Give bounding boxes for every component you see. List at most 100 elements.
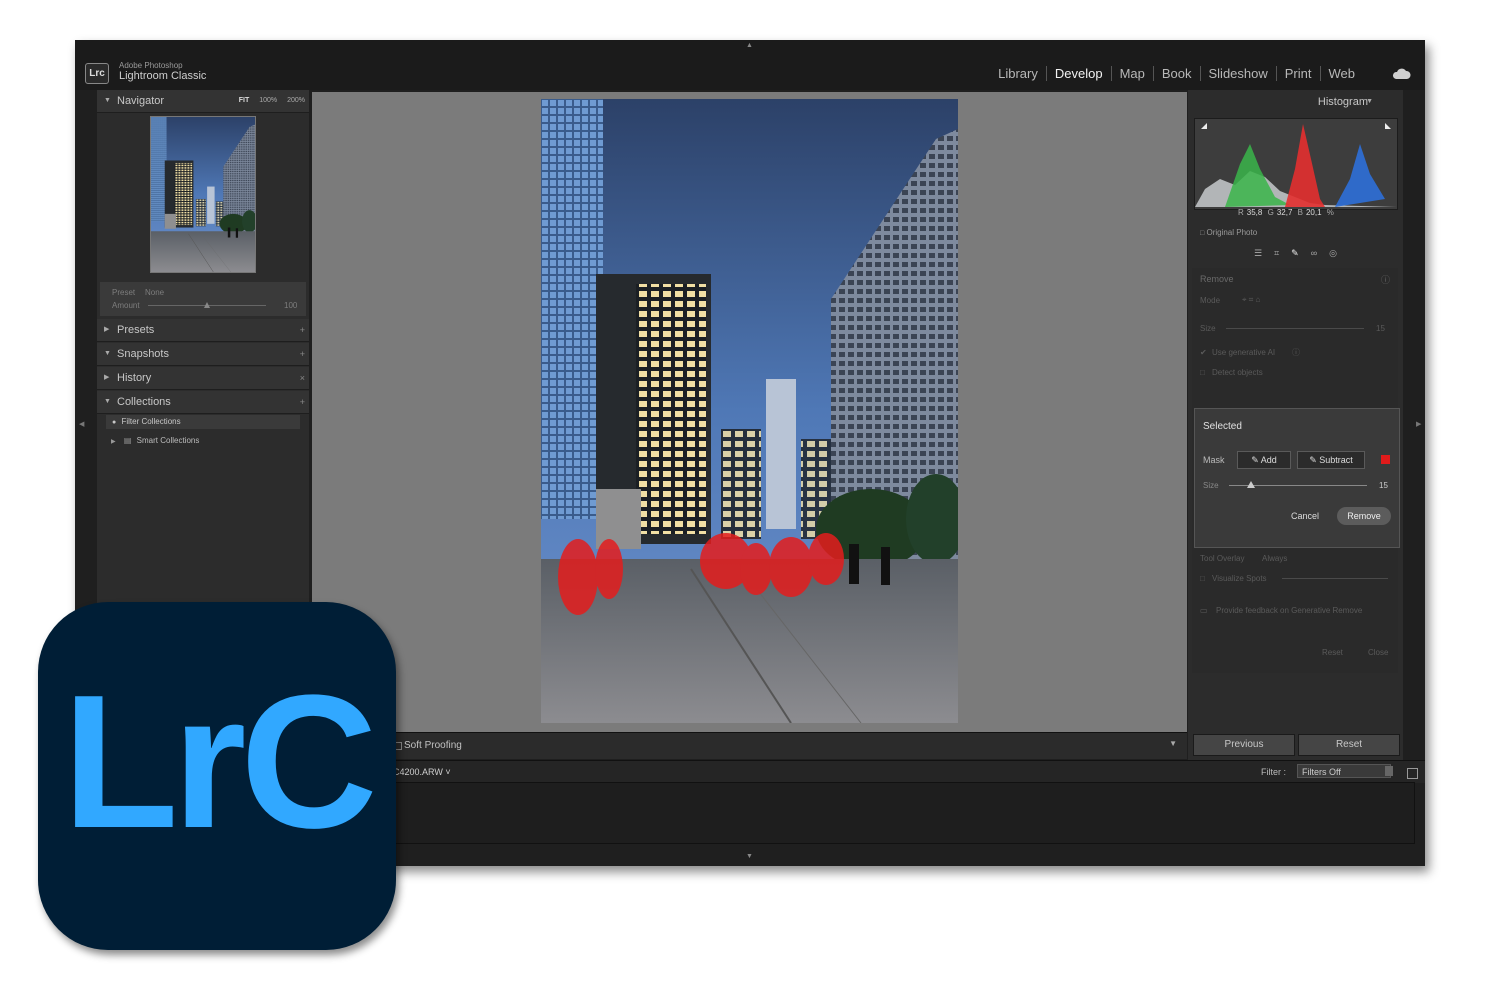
mask-subtract-button[interactable]: ✎ Subtract [1297, 451, 1365, 469]
feedback-icon[interactable]: ▭ [1200, 606, 1208, 615]
snapshots-header[interactable]: ▼ Snapshots + [97, 343, 309, 366]
masking-icon[interactable]: ◎ [1329, 248, 1337, 264]
mask-label: Mask [1203, 455, 1225, 465]
red-eye-icon[interactable]: ∞ [1311, 248, 1317, 264]
module-library[interactable]: Library [990, 66, 1046, 81]
navigator-thumbnail[interactable] [150, 116, 256, 273]
checkbox-icon[interactable]: □ [1200, 368, 1205, 377]
checkbox-icon[interactable]: □ [1200, 574, 1205, 583]
module-slideshow[interactable]: Slideshow [1199, 66, 1276, 81]
info-icon[interactable]: ⓘ [1381, 273, 1390, 286]
expand-icon: ▶ [111, 439, 116, 445]
filter-label: Filter : [1261, 767, 1287, 777]
preset-value[interactable]: None [145, 288, 164, 297]
plus-icon[interactable]: + [300, 343, 305, 365]
filter-collections-label: Filter Collections [121, 417, 181, 426]
right-panel: Histogram ▼ R 35,8 G 32,7 B 20,1 % □ Origin… [1188, 90, 1403, 760]
edit-sliders-icon[interactable]: ☰ [1254, 248, 1262, 264]
presets-header[interactable]: ▶ Presets + [97, 319, 309, 342]
brush-icon: ✎ [1251, 455, 1259, 465]
detect-objects-label: Detect objects [1212, 368, 1263, 377]
filter-collections-field[interactable]: ● Filter Collections [106, 415, 300, 429]
navigator-header[interactable]: ▼ Navigator FIT 100% 200% [97, 90, 309, 113]
module-develop[interactable]: Develop [1045, 66, 1111, 81]
zoom-fit[interactable]: FIT [239, 97, 250, 104]
mask-color-swatch[interactable] [1381, 455, 1390, 464]
toolbar-menu-icon[interactable]: ▼ [1169, 739, 1177, 748]
g-label: G [1267, 208, 1274, 217]
module-web[interactable]: Web [1319, 66, 1364, 81]
mode-tools-icon[interactable]: ⌖ ⌗ ⌂ [1242, 295, 1260, 305]
filename[interactable]: C4200.ARW ˅ [393, 767, 451, 777]
zoom-100[interactable]: 100% [259, 97, 277, 104]
toolbar: Soft Proofing ▼ [312, 732, 1187, 759]
size-slider[interactable] [1226, 328, 1364, 329]
left-panel-toggle-icon[interactable]: ◀ [79, 420, 84, 428]
module-print[interactable]: Print [1275, 66, 1320, 81]
bottom-panel-toggle-icon[interactable]: ▼ [746, 853, 753, 860]
original-photo-label: Original Photo [1206, 228, 1258, 237]
collapse-icon: ▼ [104, 97, 111, 104]
shadow-clip-icon [1201, 123, 1207, 129]
smart-collections-item[interactable]: ▶ ▤ Smart Collections [111, 436, 199, 445]
amount-slider-thumb[interactable] [204, 302, 210, 308]
select-arrows-icon[interactable] [1385, 766, 1393, 776]
plus-icon[interactable]: + [300, 319, 305, 341]
remove-button[interactable]: Remove [1337, 507, 1391, 525]
snapshots-title: Snapshots [117, 348, 169, 360]
zoom-200[interactable]: 200% [287, 97, 305, 104]
reset-all-button[interactable]: Reset [1298, 734, 1400, 756]
mask-add-button[interactable]: ✎ Add [1237, 451, 1291, 469]
brush-icon: ✎ [1309, 455, 1317, 465]
crop-icon[interactable]: ⌗ [1274, 248, 1279, 264]
module-book[interactable]: Book [1152, 66, 1200, 81]
previous-button[interactable]: Previous [1193, 734, 1295, 756]
plus-icon[interactable]: + [300, 391, 305, 413]
size-label: Size [1200, 324, 1216, 333]
expand-icon: ▶ [104, 326, 110, 333]
history-header[interactable]: ▶ History × [97, 367, 309, 390]
reset-button[interactable]: Reset [1322, 648, 1343, 657]
right-panel-toggle-icon[interactable]: ▶ [1416, 420, 1421, 428]
search-icon: ● [112, 419, 117, 426]
filter-lock-icon[interactable] [1407, 768, 1418, 779]
amount-label: Amount [112, 301, 140, 310]
previous-reset-bar: Previous Reset [1188, 730, 1403, 760]
cloud-icon[interactable] [1391, 66, 1411, 80]
tool-overlay-value[interactable]: Always [1262, 554, 1287, 563]
highlight-clip-icon [1385, 123, 1391, 129]
module-map[interactable]: Map [1110, 66, 1153, 81]
top-panel-toggle-icon[interactable]: ▲ [746, 42, 753, 49]
logo-text: LrC [62, 656, 377, 868]
lrc-badge-icon: Lrc [85, 63, 109, 84]
visualize-slider[interactable] [1282, 578, 1388, 579]
brush-size-thumb[interactable] [1247, 481, 1255, 488]
checkmark-icon[interactable]: ✔ [1200, 348, 1207, 357]
amount-value: 100 [284, 301, 298, 310]
filter-select[interactable]: Filters Off [1297, 764, 1391, 778]
top-bar: ▲ Lrc Adobe Photoshop Lightroom Classic … [75, 40, 1425, 90]
info-icon[interactable]: ⓘ [1292, 347, 1300, 358]
collapse-icon[interactable]: ▼ [1366, 98, 1373, 105]
tool-overlay-label: Tool Overlay [1200, 554, 1245, 563]
cancel-button[interactable]: Cancel [1291, 511, 1319, 521]
collections-title: Collections [117, 396, 171, 408]
original-photo-toggle[interactable]: □ Original Photo [1200, 228, 1257, 237]
smart-collections-label: Smart Collections [136, 436, 200, 445]
presets-title: Presets [117, 324, 155, 336]
histogram-graph[interactable] [1194, 118, 1398, 210]
photo-image[interactable] [541, 99, 958, 723]
clear-icon[interactable]: × [300, 367, 305, 389]
brush-size-value: 15 [1379, 481, 1388, 490]
b-value: 20,1 [1305, 208, 1322, 217]
preset-box: Preset None Amount 100 [100, 282, 306, 316]
navigator-zoom: FIT 100% 200% [231, 90, 305, 112]
selected-title: Selected [1203, 421, 1242, 432]
close-button[interactable]: Close [1368, 648, 1388, 657]
feedback-link[interactable]: Provide feedback on Generative Remove [1216, 606, 1362, 615]
mode-label: Mode [1200, 296, 1221, 305]
navigator-title: Navigator [117, 95, 165, 107]
eraser-icon[interactable]: ✎ [1291, 248, 1299, 264]
checkbox-icon: □ [1200, 230, 1205, 237]
collections-header[interactable]: ▼ Collections + [97, 391, 309, 414]
